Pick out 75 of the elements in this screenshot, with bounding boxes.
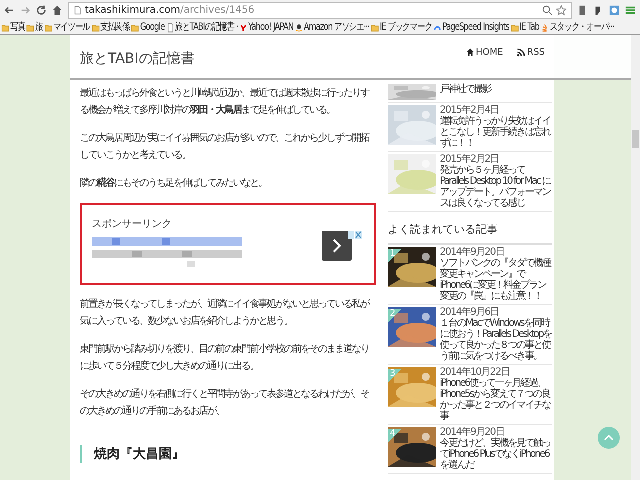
reload-icon[interactable] — [36, 5, 47, 16]
bookmark-link[interactable]: スタック・オーバ··· — [540, 22, 614, 32]
bookmark-link[interactable]: Google — [132, 22, 165, 32]
rank-badge: 3 — [388, 369, 402, 383]
post-title: 戸神社で撮影 — [440, 84, 491, 95]
post-date: 2014年9月20日 — [440, 427, 505, 438]
post-item[interactable]: 2015年2月4日 運転免許うっかり失効はイイとこなし！更新手続きは忘れずに！！ — [388, 103, 552, 152]
home-icon[interactable] — [52, 5, 63, 16]
bookmark-link[interactable]: Yahoo! JAPAN — [240, 22, 294, 32]
post-item[interactable]: 3 2014年10月22日 iPhone6使って一ヶ月経過、iPhone5sから変えて７つの良かった事と２つのイマイチな事 — [388, 365, 552, 425]
chevron-up-icon — [604, 435, 614, 441]
bookmark-link[interactable]: 写真 — [2, 22, 26, 32]
smile-logo-icon — [295, 22, 304, 32]
y-logo-icon — [240, 22, 248, 32]
bookmark-link[interactable]: マイツール — [44, 22, 90, 32]
bookmark-link[interactable]: Amazon アソシエ··· — [295, 22, 370, 32]
menu-icon[interactable] — [625, 5, 636, 16]
post-title: iPhone6使って一ヶ月経過、iPhone5sから変えて７つの良かった事と２つのイマイチな事 — [440, 378, 552, 422]
post-date: 2015年2月4日 — [440, 105, 500, 116]
rss-icon — [517, 48, 526, 57]
post-item[interactable]: 4 2014年9月20日 今更だけど、実機を見て触ってiPhone6 PlusでなくiPhone6を選んだ — [388, 425, 552, 474]
post-title: 運転免許うっかり失効はイイとこなし！更新手続きは忘れずに！！ — [440, 116, 552, 149]
post-title: 発売から５ヶ月経って Parallels Desktop 10 for Mac にアップデート。パフォーマンスは良くなってる感じ — [440, 165, 552, 209]
post-date: 2015年2月2日 — [440, 154, 500, 165]
chevron-right-icon — [332, 239, 342, 253]
paragraph: この大鳥居周辺が実にイイ雰囲気のお店が多いので、これから少しずつ開拓していこうかと考えている。 — [80, 132, 370, 163]
rank-badge: 4 — [388, 429, 402, 443]
post-item[interactable]: 2 2014年9月6日 １台のMacでWindowsを同時に使おう！Parallels Desktopを使って良かった８つの事と使う前に気をつけるべき事。 — [388, 305, 552, 365]
paragraph: 最近はもっぱら外食というと川崎駅近辺か、最近では週末散歩に行ったりする機会が増えて多摩川対岸の羽田・大鳥居まで足を伸ばしている。 — [80, 86, 370, 118]
folder-icon — [132, 22, 140, 32]
rank-badge: 1 — [388, 249, 402, 263]
stack-logo-icon — [540, 22, 549, 32]
bookmark-link[interactable]: 旅とTABIの記憶書 · — [166, 22, 238, 32]
paragraph: 東門前駅から踏み切りを渡り、目の前の東門前小学校の前をそのまま道なりに歩いて５分程度で少し大きめの通りに出る。 — [80, 342, 370, 374]
post-date: 2014年9月6日 — [440, 307, 500, 318]
back-icon[interactable] — [4, 5, 15, 16]
post-date: 2014年10月22日 — [440, 367, 511, 378]
nav-link[interactable]: RSS — [517, 48, 545, 58]
star-icon[interactable] — [556, 5, 567, 16]
bookmark-link[interactable]: 支払関係 — [92, 22, 130, 32]
post-item[interactable]: 1 2014年9月20日 ソフトバンクの『タダで機種変更キャンペーン』でiPhone6に変更！料金プラン変更の『罠』にも注意！！ — [388, 245, 552, 305]
paragraph: 前置きが長くなってしまったが、近隣にイイ食事処がないと思っている私が気に入っている、数少ないお店を紹介しようかと思う。 — [80, 298, 370, 329]
rank-badge: 2 — [388, 309, 402, 323]
paragraph: その大きめの通りを右側に行くと平間寺があって表参道となるわけだが、その大きめの通りの手前にあるお店が、 — [80, 388, 370, 419]
post-title: 今更だけど、実機を見て触ってiPhone6 PlusでなくiPhone6を選んだ — [440, 438, 552, 471]
folder-icon — [92, 22, 100, 32]
post-item[interactable]: 戸神社で撮影 — [388, 82, 552, 103]
post-title: １台のMacでWindowsを同時に使おう！Parallels Desktopを使って良かった８つの事と使う前に気をつけるべき事。 — [440, 318, 552, 362]
url-domain: takashikimura.com — [85, 5, 181, 16]
address-field[interactable]: takashikimura.com/archives/1456 — [68, 2, 572, 19]
ad-label: スポンサーリンク — [92, 218, 173, 231]
bookmark-link[interactable]: PageSpeed Insights — [434, 22, 510, 32]
folder-icon — [371, 22, 380, 32]
page-icon — [166, 22, 174, 32]
next-button[interactable] — [322, 231, 352, 261]
post-title: ソフトバンクの『タダで機種変更キャンペーン』でiPhone6に変更！料金プラン変更の『罠』にも注意！！ — [440, 258, 552, 302]
paragraph: 隣の糀谷にもそのうち足を伸ばしてみたいなと。 — [80, 176, 268, 191]
ad-choices-icon[interactable] — [348, 231, 362, 239]
extension-icon[interactable] — [577, 5, 588, 16]
post-date: 2014年9月20日 — [440, 247, 505, 258]
section-heading: 焼肉『大昌園』 — [80, 445, 376, 463]
nav-link[interactable]: HOME — [466, 48, 504, 58]
url-path: /archives/1456 — [180, 5, 255, 16]
scrollbar[interactable] — [631, 35, 640, 480]
sidebar-heading: よく読まれている記事 — [388, 222, 552, 245]
home-icon — [466, 48, 475, 57]
bookmark-link[interactable]: IE ブックマーク — [371, 22, 432, 32]
bookmark-link[interactable]: IE Tab — [510, 22, 540, 32]
folder-icon — [2, 22, 10, 32]
site-title[interactable]: 旅とTABIの記憶書 — [80, 46, 452, 68]
bookmark-link[interactable]: 旅 — [26, 22, 43, 32]
zoom-icon[interactable] — [542, 5, 553, 16]
post-item[interactable]: 2015年2月2日 発売から５ヶ月経って Parallels Desktop 10 for Mac にアップデート。パフォーマンスは良くなってる感じ — [388, 152, 552, 212]
folder-icon — [510, 22, 519, 32]
page-icon — [73, 6, 82, 15]
